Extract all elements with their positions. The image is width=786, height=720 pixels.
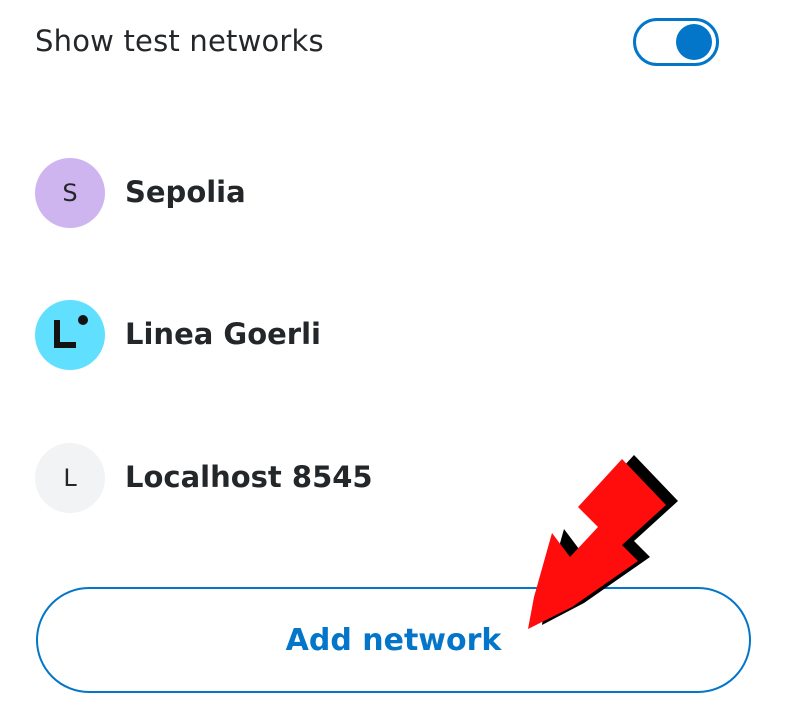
toggle-knob	[676, 24, 712, 60]
network-name: Localhost 8545	[125, 460, 373, 494]
show-test-networks-toggle[interactable]	[633, 18, 719, 66]
show-test-networks-label: Show test networks	[35, 24, 324, 58]
show-test-networks-row: Show test networks	[35, 16, 725, 68]
network-item-sepolia[interactable]: S Sepolia	[35, 158, 735, 230]
localhost-icon: L	[35, 443, 105, 513]
red-arrow-icon	[528, 455, 678, 629]
linea-logo-glyph	[54, 315, 88, 348]
network-name: Sepolia	[125, 175, 246, 209]
sepolia-avatar-letter: S	[62, 179, 78, 207]
network-item-linea-goerli[interactable]: Linea Goerli	[35, 300, 735, 372]
networks-panel: Show test networks S Sepolia Linea Goerl…	[0, 0, 786, 720]
network-name: Linea Goerli	[125, 317, 321, 351]
localhost-avatar-letter: L	[63, 464, 77, 492]
sepolia-icon: S	[35, 158, 105, 228]
linea-logo-icon	[35, 300, 105, 370]
